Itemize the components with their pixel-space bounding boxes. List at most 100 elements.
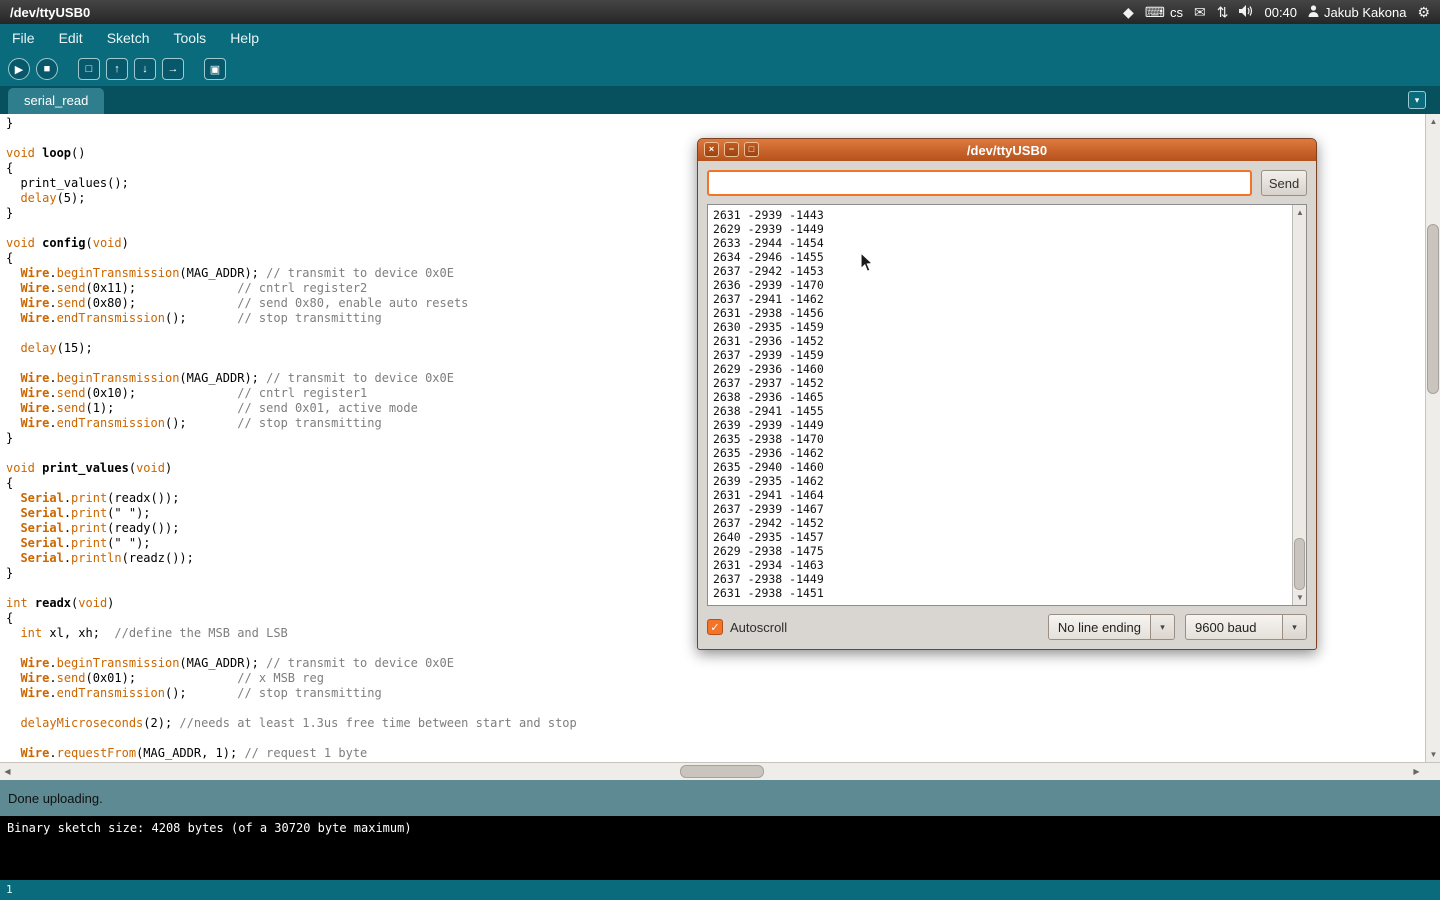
serial-monitor-controls: ✓ Autoscroll No line ending ▾ 9600 baud … <box>707 606 1307 640</box>
console-output: Binary sketch size: 4208 bytes (of a 307… <box>0 816 1440 880</box>
serial-line: 2633 -2944 -1454 <box>713 236 1287 250</box>
serial-line: 2631 -2936 -1452 <box>713 334 1287 348</box>
network-icon[interactable]: ⇅ <box>1217 5 1229 19</box>
line-ending-select[interactable]: No line ending ▾ <box>1048 614 1175 640</box>
gear-icon[interactable]: ⚙ <box>1417 5 1430 19</box>
serial-line: 2636 -2939 -1470 <box>713 278 1287 292</box>
user-menu[interactable]: Jakub Kakona <box>1308 5 1406 20</box>
serial-line: 2629 -2936 -1460 <box>713 362 1287 376</box>
status-message: Done uploading. <box>8 791 103 806</box>
serial-line: 2635 -2938 -1470 <box>713 432 1287 446</box>
screen: /dev/ttyUSB0 ◆ ⌨ cs ✉ ⇅ 00:40 Jakub Kako… <box>0 0 1440 900</box>
serial-monitor-title: /dev/ttyUSB0 <box>967 143 1047 158</box>
system-panel: /dev/ttyUSB0 ◆ ⌨ cs ✉ ⇅ 00:40 Jakub Kako… <box>0 0 1440 24</box>
open-button[interactable]: ↑ <box>106 58 128 80</box>
tab-serial-read[interactable]: serial_read <box>8 88 104 114</box>
scroll-down-icon[interactable]: ▼ <box>1426 747 1440 762</box>
code-line: Wire.requestFrom(MAG_ADDR, 1); // reques… <box>6 746 1425 761</box>
serial-monitor-titlebar[interactable]: × − □ /dev/ttyUSB0 <box>698 139 1316 161</box>
clock[interactable]: 00:40 <box>1264 5 1297 20</box>
menu-file[interactable]: File <box>0 30 47 46</box>
serial-send-input[interactable] <box>707 170 1252 196</box>
console-text: Binary sketch size: 4208 bytes (of a 307… <box>7 821 412 835</box>
serial-scroll-thumb[interactable] <box>1294 538 1305 590</box>
minimize-icon[interactable]: − <box>724 142 739 157</box>
upload-button[interactable]: → <box>162 58 184 80</box>
serial-line: 2629 -2938 -1475 <box>713 544 1287 558</box>
code-line: Wire.send(0x01); // x MSB reg <box>6 671 1425 686</box>
serial-line: 2631 -2938 -1451 <box>713 586 1287 600</box>
code-line <box>6 731 1425 746</box>
stop-button[interactable]: ■ <box>36 58 58 80</box>
autoscroll-label: Autoscroll <box>730 620 787 635</box>
combo-group: No line ending ▾ 9600 baud ▾ <box>1048 614 1307 640</box>
maximize-icon[interactable]: □ <box>744 142 759 157</box>
menu-tools[interactable]: Tools <box>162 30 219 46</box>
serial-monitor-button[interactable]: ▣ <box>204 58 226 80</box>
chevron-down-icon[interactable]: ▾ <box>1150 615 1174 639</box>
line-ending-value: No line ending <box>1049 615 1150 639</box>
mail-icon[interactable]: ✉ <box>1194 5 1206 19</box>
serial-monitor-window[interactable]: × − □ /dev/ttyUSB0 Send 2631 -2939 -1443… <box>697 138 1317 650</box>
serial-line: 2630 -2935 -1459 <box>713 320 1287 334</box>
menu-help[interactable]: Help <box>218 30 271 46</box>
serial-line: 2637 -2938 -1449 <box>713 572 1287 586</box>
sync-icon[interactable]: ◆ <box>1123 5 1134 19</box>
tab-menu-icon[interactable]: ▾ <box>1408 91 1426 109</box>
serial-line: 2637 -2937 -1452 <box>713 376 1287 390</box>
serial-line: 2631 -2939 -1443 <box>713 208 1287 222</box>
verify-button[interactable]: ▶ <box>8 58 30 80</box>
window-controls: × − □ <box>704 142 759 157</box>
serial-lines: 2631 -2939 -14432629 -2939 -14492633 -29… <box>708 205 1292 605</box>
keyboard-icon[interactable]: ⌨ <box>1145 5 1165 19</box>
code-line <box>6 701 1425 716</box>
tab-strip: serial_read ▾ <box>0 86 1440 114</box>
menu-sketch[interactable]: Sketch <box>95 30 162 46</box>
serial-line: 2635 -2940 -1460 <box>713 460 1287 474</box>
serial-line: 2631 -2938 -1456 <box>713 306 1287 320</box>
editor-vscroll-thumb[interactable] <box>1427 224 1439 394</box>
status-bar: Done uploading. <box>0 780 1440 816</box>
serial-line: 2634 -2946 -1455 <box>713 250 1287 264</box>
serial-line: 2638 -2941 -1455 <box>713 404 1287 418</box>
editor-horizontal-scrollbar[interactable]: ◀ ▶ <box>0 762 1440 780</box>
autoscroll-checkbox[interactable]: ✓ <box>707 619 723 635</box>
new-sketch-button[interactable]: □ <box>78 58 100 80</box>
toolbar: ▶ ■ □ ↑ ↓ → ▣ <box>0 52 1440 86</box>
volume-icon[interactable] <box>1239 5 1253 19</box>
keyboard-layout-label[interactable]: cs <box>1170 5 1183 20</box>
serial-line: 2637 -2942 -1452 <box>713 516 1287 530</box>
save-button[interactable]: ↓ <box>134 58 156 80</box>
line-indicator: 1 <box>0 880 1440 900</box>
scroll-left-icon[interactable]: ◀ <box>0 764 15 779</box>
window-title: /dev/ttyUSB0 <box>10 5 90 20</box>
serial-line: 2635 -2936 -1462 <box>713 446 1287 460</box>
baud-rate-select[interactable]: 9600 baud ▾ <box>1185 614 1307 640</box>
menu-edit[interactable]: Edit <box>47 30 95 46</box>
code-line: Wire.beginTransmission(MAG_ADDR); // tra… <box>6 656 1425 671</box>
serial-output-area[interactable]: 2631 -2939 -14432629 -2939 -14492633 -29… <box>707 204 1307 606</box>
user-icon <box>1308 5 1319 20</box>
scroll-up-icon[interactable]: ▲ <box>1426 114 1440 129</box>
scroll-right-icon[interactable]: ▶ <box>1409 764 1424 779</box>
serial-line: 2637 -2939 -1459 <box>713 348 1287 362</box>
send-row: Send <box>707 170 1307 196</box>
serial-line: 2638 -2936 -1465 <box>713 390 1287 404</box>
scroll-up-icon[interactable]: ▲ <box>1293 205 1307 220</box>
system-tray: ◆ ⌨ cs ✉ ⇅ 00:40 Jakub Kakona ⚙ <box>1123 5 1430 20</box>
serial-line: 2640 -2935 -1457 <box>713 530 1287 544</box>
close-icon[interactable]: × <box>704 142 719 157</box>
menubar: File Edit Sketch Tools Help <box>0 24 1440 52</box>
scroll-down-icon[interactable]: ▼ <box>1293 590 1307 605</box>
line-number: 1 <box>6 883 13 896</box>
serial-line: 2629 -2939 -1449 <box>713 222 1287 236</box>
code-line: } <box>6 116 1425 131</box>
editor-vertical-scrollbar[interactable]: ▲ ▼ <box>1425 114 1440 762</box>
send-button[interactable]: Send <box>1261 170 1307 196</box>
serial-line: 2637 -2942 -1453 <box>713 264 1287 278</box>
chevron-down-icon[interactable]: ▾ <box>1282 615 1306 639</box>
baud-rate-value: 9600 baud <box>1186 615 1282 639</box>
editor-hscroll-thumb[interactable] <box>680 765 764 778</box>
serial-line: 2631 -2941 -1464 <box>713 488 1287 502</box>
serial-scrollbar[interactable]: ▲ ▼ <box>1292 205 1306 605</box>
